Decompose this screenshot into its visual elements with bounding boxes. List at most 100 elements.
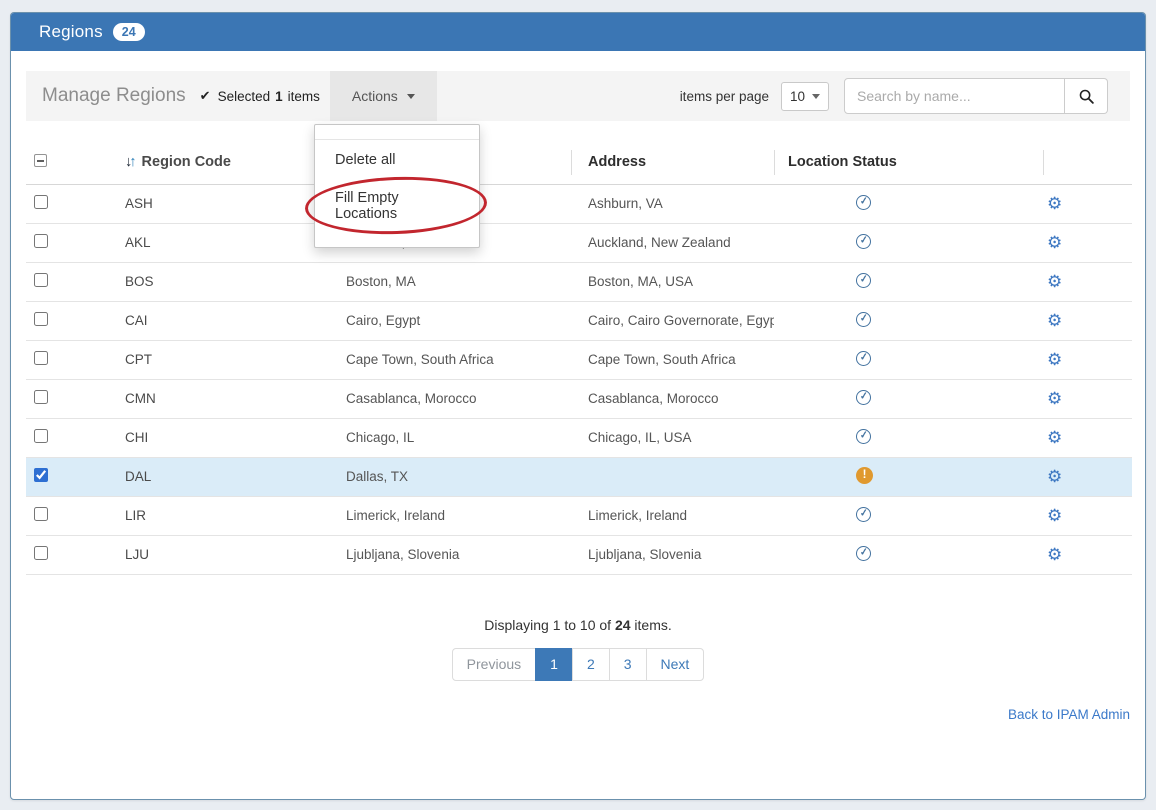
region-code-cell: CPT (114, 340, 338, 379)
table-row: AKL Auckland, NZ Auckland, New Zealand (26, 223, 1132, 262)
table-row: CAI Cairo, Egypt Cairo, Cairo Governorat… (26, 301, 1132, 340)
row-actions-cell (1043, 457, 1132, 496)
table-row: CHI Chicago, IL Chicago, IL, USA (26, 418, 1132, 457)
location-status-cell (774, 301, 1043, 340)
table-row: DAL Dallas, TX (26, 457, 1132, 496)
menu-spacer (315, 125, 479, 139)
gear-icon[interactable] (1047, 314, 1062, 329)
region-name-cell: Dallas, TX (338, 457, 571, 496)
row-actions-cell (1043, 262, 1132, 301)
search-button[interactable] (1065, 78, 1108, 114)
selected-count: 1 (275, 89, 283, 104)
region-code-cell: CAI (114, 301, 338, 340)
selected-prefix: Selected (218, 89, 271, 104)
summary-total: 24 (615, 617, 631, 633)
row-actions-cell (1043, 340, 1132, 379)
row-checkbox-cell (26, 535, 114, 574)
row-checkbox[interactable] (34, 273, 48, 287)
address-header-label: Address (588, 154, 646, 170)
gear-icon[interactable] (1047, 392, 1062, 407)
page-size-value: 10 (790, 89, 805, 104)
summary-prefix: Displaying 1 to 10 of (484, 617, 615, 633)
select-all-checkbox[interactable] (34, 154, 47, 167)
menu-item-fill-empty-locations[interactable]: Fill Empty Locations (315, 178, 479, 232)
region-address-cell: Boston, MA, USA (571, 262, 774, 301)
gear-icon[interactable] (1047, 236, 1062, 251)
selected-indicator: Selected 1 items (200, 88, 320, 104)
gear-icon[interactable] (1047, 548, 1062, 563)
row-checkbox[interactable] (34, 312, 48, 326)
region-count-badge: 24 (113, 23, 145, 41)
page-button-2[interactable]: 2 (572, 648, 610, 681)
page-button-3[interactable]: 3 (609, 648, 647, 681)
next-page-button[interactable]: Next (646, 648, 705, 681)
sort-icon (125, 154, 134, 170)
search-input[interactable] (844, 78, 1065, 114)
row-checkbox[interactable] (34, 468, 48, 482)
page-size-select[interactable]: 10 (781, 82, 829, 111)
region-address-cell: Cairo, Cairo Governorate, Egypt (571, 301, 774, 340)
row-checkbox[interactable] (34, 195, 48, 209)
row-checkbox[interactable] (34, 429, 48, 443)
chevron-down-icon (407, 94, 415, 99)
region-name-cell: Cairo, Egypt (338, 301, 571, 340)
gear-icon[interactable] (1047, 509, 1062, 524)
check-circle-icon (856, 273, 871, 288)
check-circle-icon (856, 351, 871, 366)
row-checkbox-cell (26, 457, 114, 496)
magnifier-icon (1078, 88, 1095, 105)
region-address-cell: Ljubljana, Slovenia (571, 535, 774, 574)
actions-dropdown-button[interactable]: Actions (330, 71, 437, 121)
check-circle-icon (856, 507, 871, 522)
region-name-cell: Ljubljana, Slovenia (338, 535, 571, 574)
row-actions-cell (1043, 184, 1132, 223)
region-code-header[interactable]: Region Code (114, 141, 338, 184)
page-button-1[interactable]: 1 (535, 648, 573, 681)
gear-icon[interactable] (1047, 275, 1062, 290)
table-row: CPT Cape Town, South Africa Cape Town, S… (26, 340, 1132, 379)
row-checkbox[interactable] (34, 390, 48, 404)
menu-item-delete-all[interactable]: Delete all (315, 140, 479, 178)
check-circle-icon (856, 195, 871, 210)
items-per-page-label: items per page (680, 89, 769, 104)
actions-button-label: Actions (352, 88, 398, 104)
previous-page-button[interactable]: Previous (452, 648, 536, 681)
location-status-cell (774, 379, 1043, 418)
back-to-ipam-admin-link[interactable]: Back to IPAM Admin (1008, 707, 1130, 722)
gear-icon[interactable] (1047, 197, 1062, 212)
region-code-cell: CMN (114, 379, 338, 418)
gear-icon[interactable] (1047, 470, 1062, 485)
region-name-cell: Boston, MA (338, 262, 571, 301)
pagination: Previous 1 2 3 Next (452, 648, 705, 681)
gear-icon[interactable] (1047, 431, 1062, 446)
row-checkbox-cell (26, 496, 114, 535)
display-summary: Displaying 1 to 10 of 24 items. (26, 617, 1130, 633)
selected-suffix: items (288, 89, 320, 104)
region-address-cell: Ashburn, VA (571, 184, 774, 223)
row-checkbox[interactable] (34, 351, 48, 365)
location-status-cell (774, 418, 1043, 457)
chevron-down-icon (812, 94, 820, 99)
region-address-cell: Auckland, New Zealand (571, 223, 774, 262)
check-circle-icon (856, 234, 871, 249)
row-checkbox[interactable] (34, 546, 48, 560)
row-checkbox[interactable] (34, 507, 48, 521)
location-status-cell (774, 262, 1043, 301)
table-row: CMN Casablanca, Morocco Casablanca, Moro… (26, 379, 1132, 418)
gear-icon[interactable] (1047, 353, 1062, 368)
check-circle-icon (856, 429, 871, 444)
summary-suffix: items. (631, 617, 672, 633)
check-icon (200, 88, 213, 104)
pagination-wrap: Previous 1 2 3 Next (26, 648, 1130, 681)
row-checkbox[interactable] (34, 234, 48, 248)
regions-panel: Regions 24 Manage Regions Selected 1 ite… (10, 12, 1146, 800)
row-actions-cell (1043, 379, 1132, 418)
location-status-header-label: Location Status (788, 154, 897, 170)
location-status-cell (774, 184, 1043, 223)
region-code-cell: LJU (114, 535, 338, 574)
toolbar: Manage Regions Selected 1 items Actions … (26, 71, 1130, 121)
check-circle-icon (856, 546, 871, 561)
location-status-cell (774, 340, 1043, 379)
location-status-cell (774, 457, 1043, 496)
table-header-row: Region Code Address Location Status (26, 141, 1132, 184)
